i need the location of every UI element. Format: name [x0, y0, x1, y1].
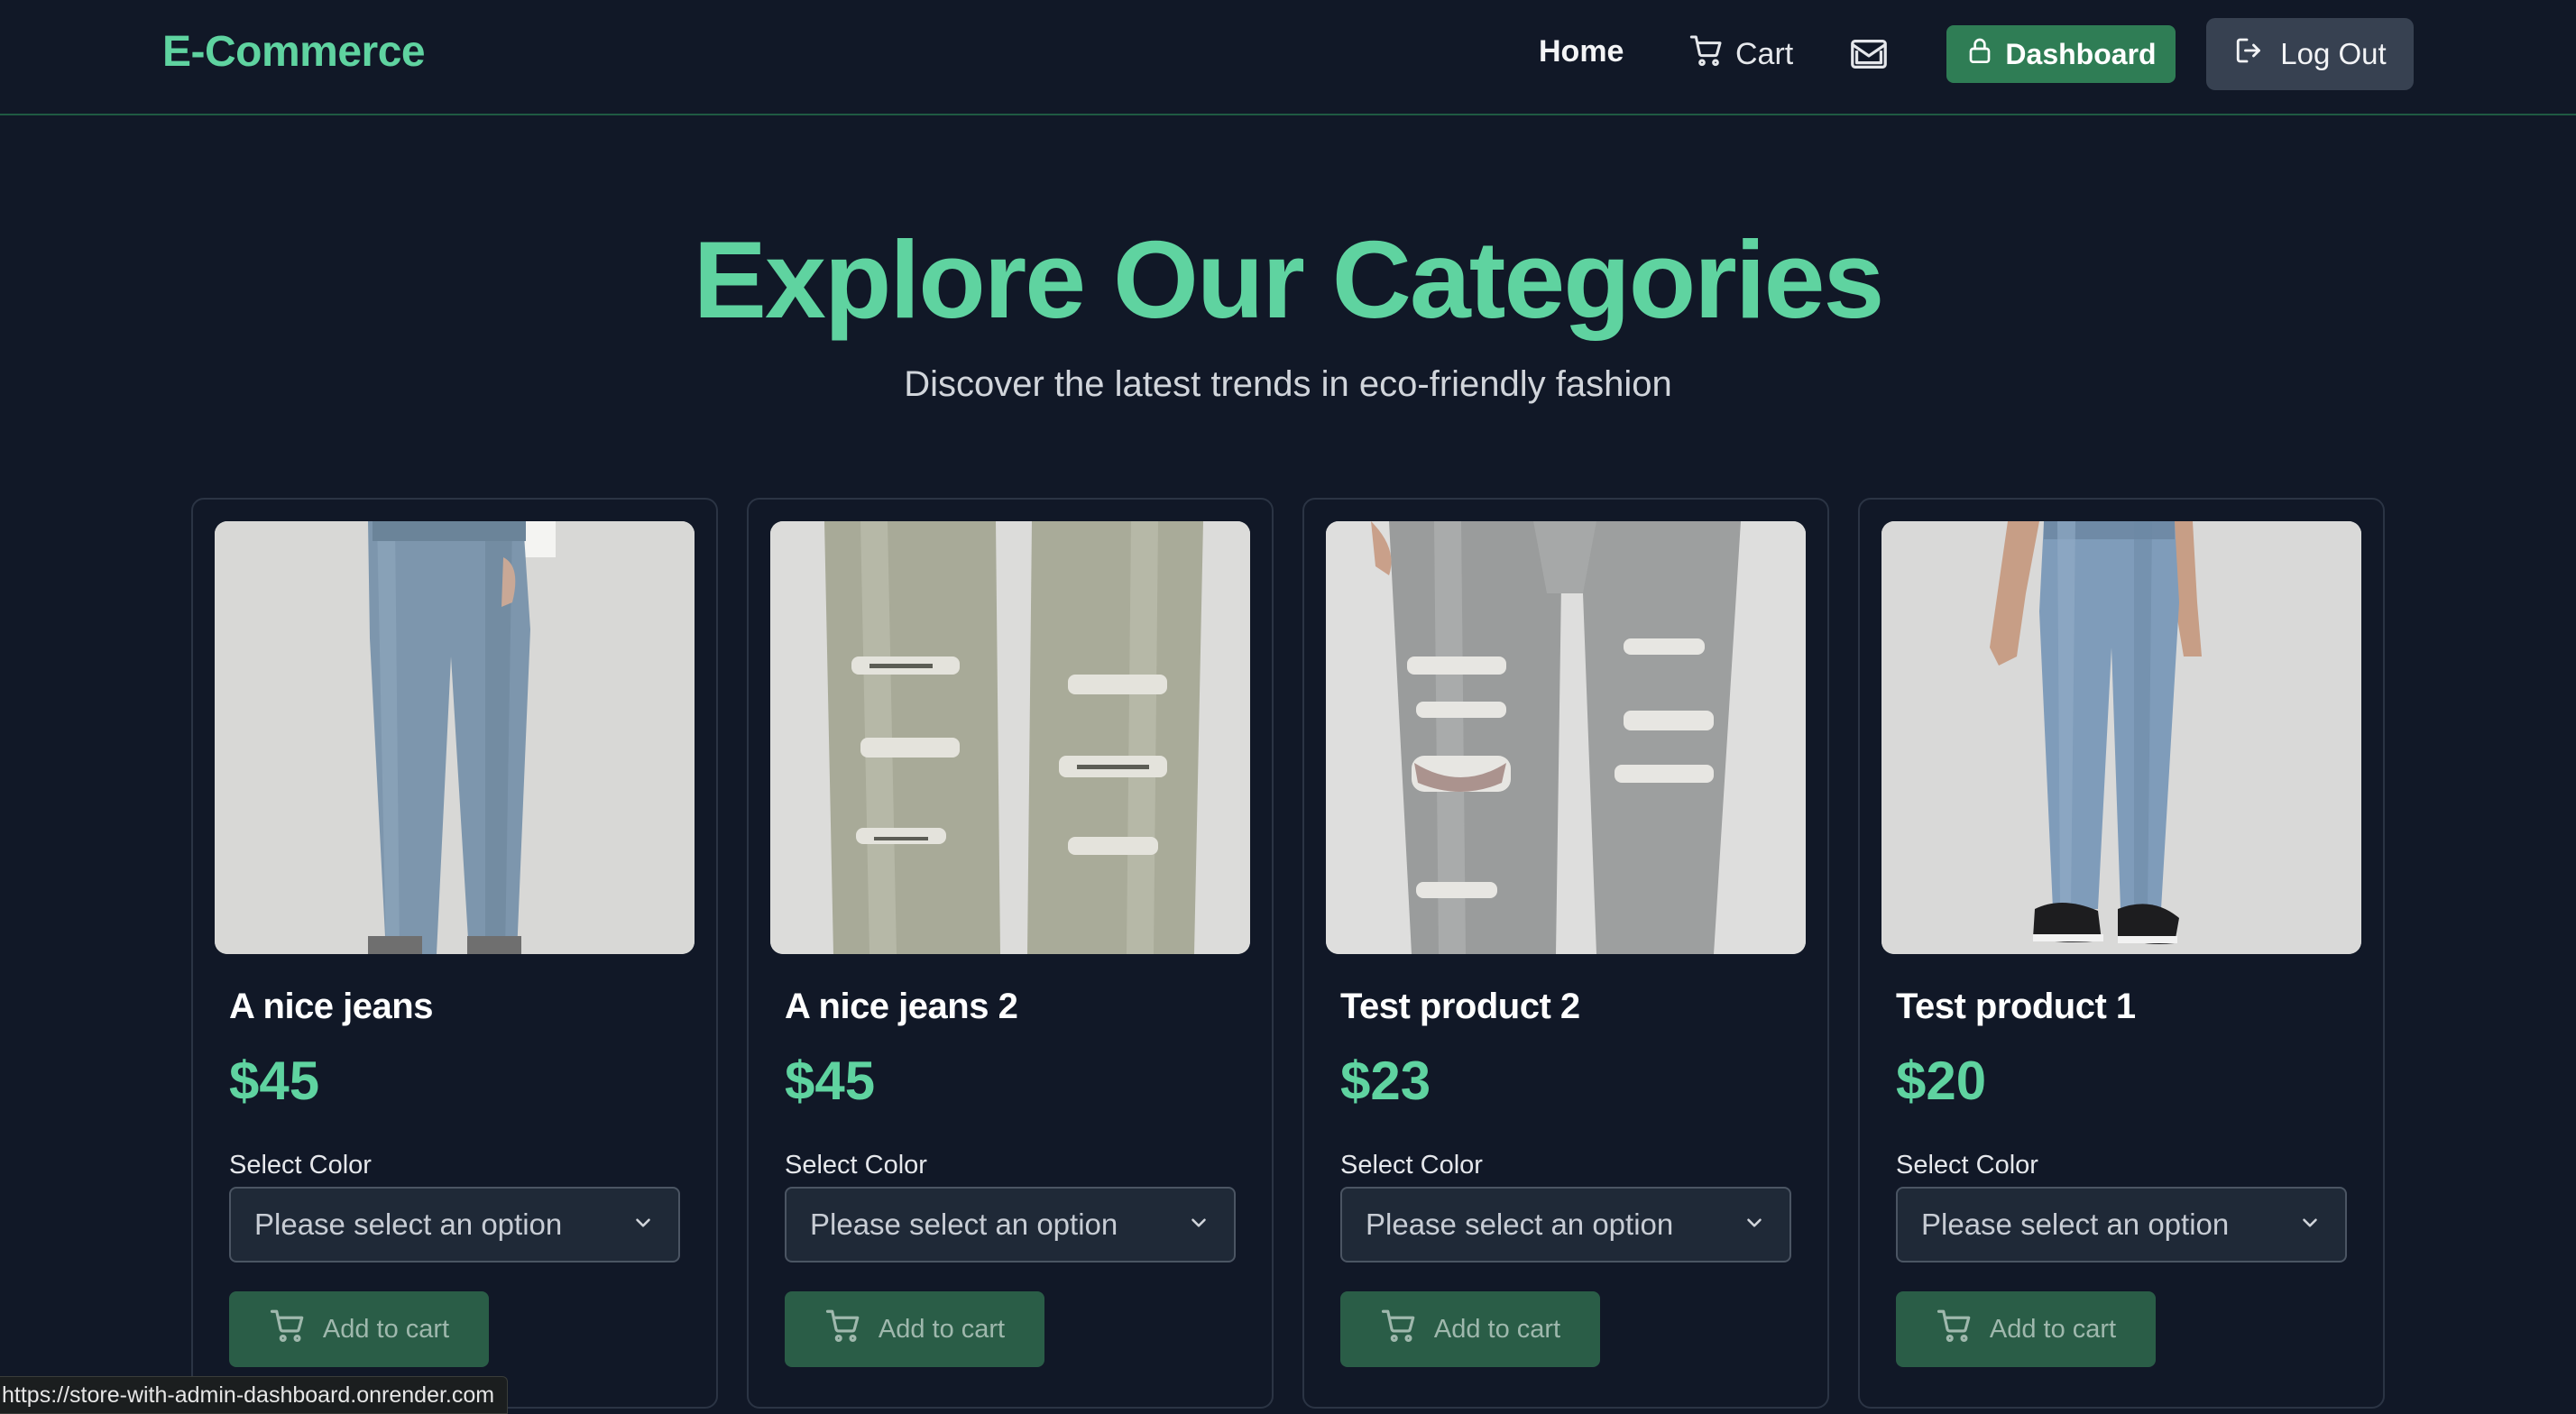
cart-icon [1380, 1307, 1418, 1352]
product-card: Test product 1 $20 Select Color Please s… [1858, 498, 2385, 1409]
jeans-image-ripped-grey [1326, 521, 1806, 954]
add-to-cart-button[interactable]: Add to cart [1340, 1291, 1600, 1367]
product-image[interactable] [215, 521, 695, 954]
product-card: A nice jeans 2 $45 Select Color Please s… [747, 498, 1274, 1409]
color-select-value: Please select an option [1921, 1207, 2230, 1241]
product-name[interactable]: A nice jeans 2 [785, 987, 1018, 1027]
cart-icon [824, 1307, 862, 1352]
add-to-cart-button[interactable]: Add to cart [785, 1291, 1044, 1367]
add-to-cart-label: Add to cart [1989, 1314, 2117, 1344]
add-to-cart-label: Add to cart [322, 1314, 450, 1344]
site-logo[interactable]: E-Commerce [162, 27, 426, 77]
page-title: Explore Our Categories [693, 218, 1885, 341]
cart-icon [1688, 32, 1725, 77]
chevron-down-icon [631, 1207, 655, 1242]
color-select-value: Please select an option [810, 1207, 1118, 1241]
product-image[interactable] [1326, 521, 1806, 954]
jeans-image-blue-sneakers [1881, 521, 2361, 954]
cart-icon [269, 1307, 307, 1352]
product-name[interactable]: A nice jeans [229, 987, 433, 1027]
mail-icon [1848, 33, 1890, 79]
add-to-cart-button[interactable]: Add to cart [1896, 1291, 2156, 1367]
product-image[interactable] [770, 521, 1250, 954]
color-select-value: Please select an option [254, 1207, 563, 1241]
browser-status-url: https://store-with-admin-dashboard.onren… [0, 1376, 509, 1414]
product-image[interactable] [1881, 521, 2361, 954]
logout-label: Log Out [2280, 37, 2387, 70]
product-card: A nice jeans $45 Select Color Please sel… [191, 498, 718, 1409]
lock-icon [1965, 35, 1994, 73]
select-color-label: Select Color [785, 1151, 927, 1180]
product-name[interactable]: Test product 1 [1896, 987, 2136, 1027]
product-price: $45 [229, 1051, 320, 1111]
select-color-label: Select Color [1340, 1151, 1483, 1180]
dashboard-label: Dashboard [2005, 37, 2157, 70]
select-color-label: Select Color [1896, 1151, 2038, 1180]
chevron-down-icon [2298, 1207, 2322, 1242]
color-select-value: Please select an option [1366, 1207, 1674, 1241]
jeans-image-ripped-grey [770, 521, 1250, 954]
color-select[interactable]: Please select an option [229, 1187, 680, 1262]
nav-messages-link[interactable] [1847, 34, 1891, 78]
chevron-down-icon [1743, 1207, 1766, 1242]
logout-icon [2233, 34, 2266, 74]
nav-cart-link[interactable]: Cart [1688, 32, 1793, 76]
cart-icon [1936, 1307, 1973, 1352]
chevron-down-icon [1187, 1207, 1210, 1242]
add-to-cart-label: Add to cart [878, 1314, 1006, 1344]
page-subtitle: Discover the latest trends in eco-friend… [904, 364, 1672, 404]
nav-home-link[interactable]: Home [1539, 34, 1624, 69]
product-name[interactable]: Test product 2 [1340, 987, 1580, 1027]
nav-cart-label: Cart [1735, 36, 1794, 71]
logout-button[interactable]: Log Out [2206, 18, 2414, 90]
select-color-label: Select Color [229, 1151, 372, 1180]
add-to-cart-label: Add to cart [1433, 1314, 1561, 1344]
add-to-cart-button[interactable]: Add to cart [229, 1291, 489, 1367]
jeans-image-light-blue [215, 521, 695, 954]
color-select[interactable]: Please select an option [1896, 1187, 2347, 1262]
color-select[interactable]: Please select an option [785, 1187, 1236, 1262]
product-price: $20 [1896, 1051, 1987, 1111]
dashboard-button[interactable]: Dashboard [1946, 25, 2176, 83]
product-price: $23 [1340, 1051, 1431, 1111]
color-select[interactable]: Please select an option [1340, 1187, 1791, 1262]
product-card: Test product 2 $23 Select Color Please s… [1302, 498, 1829, 1409]
top-navbar: E-Commerce Home Cart Dashboard Log Out [0, 0, 2576, 115]
product-price: $45 [785, 1051, 876, 1111]
